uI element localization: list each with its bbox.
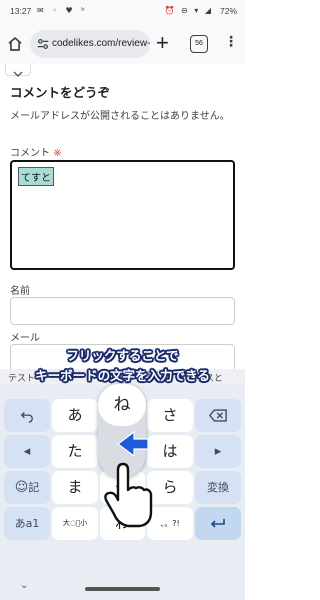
more-menu-icon[interactable]: ⋮ xyxy=(224,34,238,50)
gesture-handle[interactable] xyxy=(85,587,160,591)
hide-keyboard-icon[interactable]: ⌄ xyxy=(20,580,28,591)
suggestion-item[interactable]: Test xyxy=(104,371,122,381)
enter-icon xyxy=(210,518,225,528)
flick-hand-illustration xyxy=(104,430,153,528)
symbol-label: 記 xyxy=(28,481,40,494)
collapse-tab[interactable] xyxy=(5,64,31,77)
page-title: コメントをどうぞ xyxy=(10,85,111,100)
web-page: コメントをどうぞ メールアドレスが公開されることはありません。 コメント ※ て… xyxy=(0,64,245,369)
comment-label-text: コメント xyxy=(10,148,50,159)
site-settings-icon[interactable] xyxy=(36,37,50,51)
suggestion-item[interactable]: テスと xyxy=(196,371,223,384)
url-text: codelikes.com/review-p xyxy=(52,38,150,49)
browser-toolbar: codelikes.com/review-p + 56 ⋮ xyxy=(0,24,245,64)
clock: 13:27 xyxy=(10,6,32,16)
email-label: メール xyxy=(10,333,40,344)
status-bar: 13:27 ✉ ◦ ♥ ᵇ ⏰ ⊖ ▾ ◢ 72% xyxy=(0,0,245,24)
caret-left-icon: ◂ xyxy=(23,444,31,459)
flick-arrow-icon xyxy=(117,430,149,458)
comment-label: コメント ※ xyxy=(10,144,62,159)
email-notice: メールアドレスが公開されることはありません。 xyxy=(10,111,230,122)
enter-key[interactable] xyxy=(195,507,241,540)
email-field[interactable] xyxy=(10,344,235,369)
input-mode-key[interactable]: あa1 xyxy=(4,507,50,540)
emoji-symbol-key[interactable]: ☺記 xyxy=(4,471,50,504)
navigation-bar: ⌄ xyxy=(0,575,245,600)
cursor-right-key[interactable]: ▸ xyxy=(195,435,241,468)
key-ma[interactable]: ま xyxy=(52,471,98,504)
home-icon[interactable] xyxy=(6,35,24,53)
suggestion-item[interactable]: test xyxy=(64,371,81,381)
undo-icon xyxy=(20,411,33,423)
suggestion-item[interactable]: テスト xyxy=(8,371,35,384)
required-mark: ※ xyxy=(53,148,62,159)
key-ta[interactable]: た xyxy=(52,435,98,468)
system-icons: ⏰ ⊖ ▾ ◢ xyxy=(164,6,213,15)
backspace-key[interactable] xyxy=(195,399,241,432)
backspace-icon xyxy=(209,409,227,422)
comment-textarea[interactable]: てすと xyxy=(10,160,235,270)
chevron-down-icon xyxy=(13,71,23,77)
battery-level: 72% xyxy=(219,6,237,16)
tab-switcher-button[interactable]: 56 xyxy=(190,35,208,53)
composing-text: てすと xyxy=(18,167,54,186)
hand-pointer-icon xyxy=(104,462,153,528)
notification-icons: ✉ ◦ ♥ ᵇ xyxy=(37,6,88,15)
key-a[interactable]: あ xyxy=(52,399,98,432)
suggestion-item[interactable]: TEST xyxy=(142,371,164,381)
emoji-icon: ☺ xyxy=(14,480,29,495)
undo-key[interactable] xyxy=(4,399,50,432)
name-field[interactable] xyxy=(10,297,235,325)
new-tab-icon[interactable]: + xyxy=(156,30,169,56)
name-label: 名前 xyxy=(10,286,30,297)
caret-right-icon: ▸ xyxy=(214,444,222,459)
address-bar[interactable]: codelikes.com/review-p xyxy=(30,30,150,58)
dakuten-key[interactable]: 大◌゙小 xyxy=(52,507,98,540)
cursor-left-key[interactable]: ◂ xyxy=(4,435,50,468)
convert-key[interactable]: 変換 xyxy=(195,471,241,504)
